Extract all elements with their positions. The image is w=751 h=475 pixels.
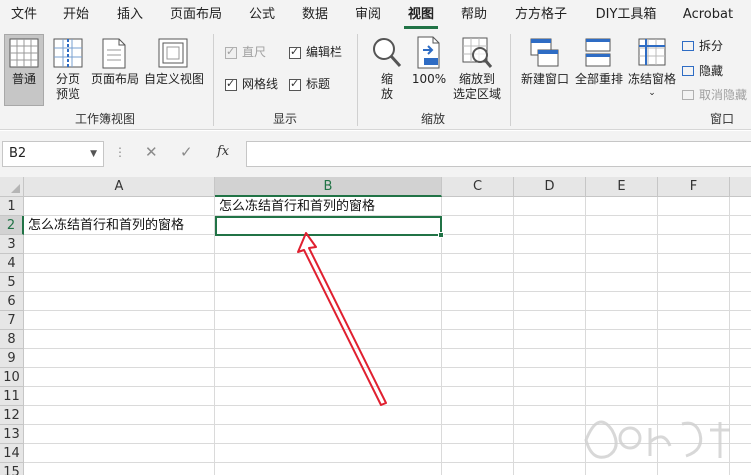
page-layout-label: 页面布局 (90, 72, 139, 86)
headings-label: 标题 (306, 77, 331, 91)
normal-view-icon (9, 38, 39, 68)
name-box[interactable]: B2 ▼ (2, 141, 104, 167)
unhide-icon (682, 90, 694, 100)
tab-diy-toolbox[interactable]: DIY工具箱 (590, 0, 662, 30)
workbook-views-group-label: 工作簿视图 (74, 112, 135, 126)
tab-file[interactable]: 文件 (6, 0, 42, 30)
freeze-panes-label: 冻结窗格 (627, 72, 676, 86)
zoom-100-icon[interactable] (415, 36, 443, 70)
tab-data[interactable]: 数据 (296, 0, 334, 30)
zoom-magnifier-icon[interactable] (371, 36, 403, 70)
arrange-all-label: 全部重排 (574, 72, 623, 86)
tab-home[interactable]: 开始 (56, 0, 96, 30)
zoom-to-selection-label-2: 选定区域 (452, 87, 501, 101)
tab-fangfang[interactable]: 方方格子 (510, 0, 572, 30)
tab-acrobat[interactable]: Acrobat (680, 0, 736, 30)
hide-label[interactable]: 隐藏 (699, 64, 723, 79)
freeze-panes-icon[interactable] (638, 38, 666, 70)
menu-bar: 文件 开始 插入 页面布局 公式 数据 审阅 视图 帮助 方方格子 DIY工具箱… (0, 0, 751, 30)
new-window-icon[interactable] (530, 38, 560, 70)
gridlines-checkbox[interactable] (225, 77, 237, 91)
split-icon (682, 41, 694, 51)
ribbon: 普通 分页 预览 页面布局 自定义视图 工作簿视图 直尺 编辑栏 网格线 标题 … (0, 30, 751, 130)
insert-function-icon[interactable]: fx (217, 144, 229, 159)
page-break-label-2: 预览 (55, 87, 80, 101)
name-box-value: B2 (9, 146, 27, 161)
custom-views-icon[interactable] (158, 38, 188, 70)
chevron-down-icon[interactable]: ⌄ (646, 86, 658, 101)
split-label[interactable]: 拆分 (699, 39, 723, 54)
formula-bar: B2 ▼ ⋮ ✕ ✓ fx (0, 131, 751, 177)
tab-view[interactable]: 视图 (402, 0, 440, 30)
cancel-icon[interactable]: ✕ (145, 143, 158, 161)
new-window-label: 新建窗口 (520, 72, 569, 86)
gridlines-label: 网格线 (242, 77, 279, 91)
watermark-logo (584, 420, 730, 459)
zoom-100-label: 100% (411, 72, 447, 86)
chevron-down-icon[interactable]: ▼ (90, 142, 97, 166)
arrange-all-icon[interactable] (585, 38, 611, 70)
zoom-to-selection-icon[interactable] (461, 36, 493, 70)
tab-page-layout[interactable]: 页面布局 (163, 0, 229, 30)
tab-insert[interactable]: 插入 (110, 0, 150, 30)
separator (357, 34, 358, 126)
headings-checkbox[interactable] (289, 77, 301, 91)
tab-review[interactable]: 审阅 (350, 0, 386, 30)
page-break-preview-icon[interactable] (53, 38, 83, 70)
more-icon: ⋮ (114, 145, 126, 159)
enter-icon[interactable]: ✓ (180, 143, 193, 161)
page-break-label-1: 分页 (55, 72, 80, 86)
normal-view-label: 普通 (11, 72, 36, 86)
zoom-label-2: 放 (380, 87, 393, 101)
formula-bar-checkbox[interactable] (289, 45, 301, 59)
formula-bar-label: 编辑栏 (306, 45, 343, 59)
tab-help[interactable]: 帮助 (456, 0, 492, 30)
separator (213, 34, 214, 126)
ruler-checkbox[interactable] (225, 45, 237, 59)
window-group-label: 窗口 (709, 112, 734, 126)
custom-views-label: 自定义视图 (143, 72, 204, 86)
hide-icon (682, 66, 694, 76)
tab-formulas[interactable]: 公式 (244, 0, 280, 30)
unhide-label[interactable]: 取消隐藏 (699, 88, 747, 103)
zoom-label-1: 缩 (380, 72, 393, 86)
zoom-group-label: 缩放 (420, 112, 445, 126)
zoom-to-selection-label-1: 缩放到 (458, 72, 495, 86)
page-layout-icon[interactable] (101, 38, 127, 70)
ruler-label: 直尺 (242, 45, 267, 59)
show-group-label: 显示 (272, 112, 297, 126)
formula-input[interactable] (246, 141, 751, 167)
separator (510, 34, 511, 126)
